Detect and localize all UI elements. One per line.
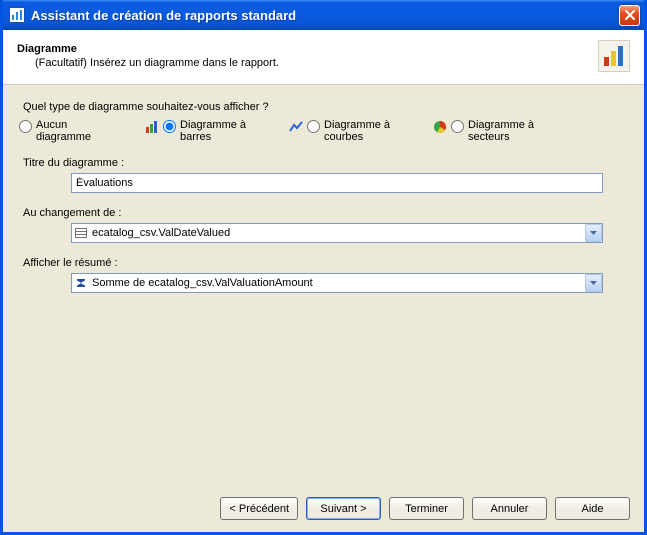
wizard-body: Quel type de diagramme souhaitez-vous af…: [3, 85, 644, 489]
chart-type-question: Quel type de diagramme souhaitez-vous af…: [23, 101, 624, 113]
close-icon: [624, 9, 636, 21]
on-change-label: Au changement de :: [23, 207, 624, 219]
radio-line[interactable]: Diagramme à courbes: [288, 119, 402, 143]
on-change-group: Au changement de : ecatalog_csv.ValDateV…: [23, 207, 624, 243]
page-title: Diagramme: [17, 43, 588, 55]
show-summary-label: Afficher le résumé :: [23, 257, 624, 269]
chart-title-group: Titre du diagramme :: [23, 157, 624, 193]
on-change-value: ecatalog_csv.ValDateValued: [90, 227, 583, 239]
radio-bar-label: Diagramme à barres: [180, 119, 258, 143]
show-summary-group: Afficher le résumé : Somme de ecatalog_c…: [23, 257, 624, 293]
close-button[interactable]: [619, 5, 640, 26]
help-button[interactable]: Aide: [555, 497, 630, 520]
titlebar: Assistant de création de rapports standa…: [3, 0, 644, 30]
show-summary-combo[interactable]: Somme de ecatalog_csv.ValValuationAmount: [71, 273, 603, 293]
show-summary-value: Somme de ecatalog_csv.ValValuationAmount: [90, 277, 583, 289]
radio-none-label: Aucun diagramme: [36, 119, 114, 143]
chevron-down-icon: [590, 231, 597, 235]
bar-chart-icon: [144, 119, 160, 135]
radio-pie-input[interactable]: [451, 120, 464, 133]
chevron-down-icon: [590, 281, 597, 285]
dropdown-arrow[interactable]: [585, 224, 602, 242]
sigma-icon: [72, 274, 90, 292]
chart-title-label: Titre du diagramme :: [23, 157, 624, 169]
finish-button[interactable]: Terminer: [389, 497, 464, 520]
header-panel: Diagramme (Facultatif) Insérez un diagra…: [3, 30, 644, 85]
dropdown-arrow[interactable]: [585, 274, 602, 292]
radio-none-input[interactable]: [19, 120, 32, 133]
chart-title-input[interactable]: [71, 173, 603, 193]
radio-line-label: Diagramme à courbes: [324, 119, 402, 143]
radio-line-input[interactable]: [307, 120, 320, 133]
back-button[interactable]: < Précédent: [220, 497, 298, 520]
cancel-button[interactable]: Annuler: [472, 497, 547, 520]
radio-bar-input[interactable]: [163, 120, 176, 133]
header-text: Diagramme (Facultatif) Insérez un diagra…: [17, 43, 588, 69]
radio-bar[interactable]: Diagramme à barres: [144, 119, 258, 143]
page-subtitle: (Facultatif) Insérez un diagramme dans l…: [17, 57, 588, 69]
wizard-window: Assistant de création de rapports standa…: [0, 0, 647, 535]
app-icon: [9, 7, 25, 23]
wizard-footer: < Précédent Suivant > Terminer Annuler A…: [3, 489, 644, 532]
chart-large-icon: [598, 40, 630, 72]
next-button[interactable]: Suivant >: [306, 497, 381, 520]
radio-pie[interactable]: Diagramme à secteurs: [432, 119, 546, 143]
window-title: Assistant de création de rapports standa…: [31, 8, 619, 23]
field-icon: [72, 224, 90, 242]
on-change-combo[interactable]: ecatalog_csv.ValDateValued: [71, 223, 603, 243]
pie-chart-icon: [432, 119, 448, 135]
line-chart-icon: [288, 119, 304, 135]
radio-none[interactable]: Aucun diagramme: [19, 119, 114, 143]
radio-pie-label: Diagramme à secteurs: [468, 119, 546, 143]
chart-type-radio-group: Aucun diagramme Diagramme à barres Diagr…: [19, 119, 624, 143]
